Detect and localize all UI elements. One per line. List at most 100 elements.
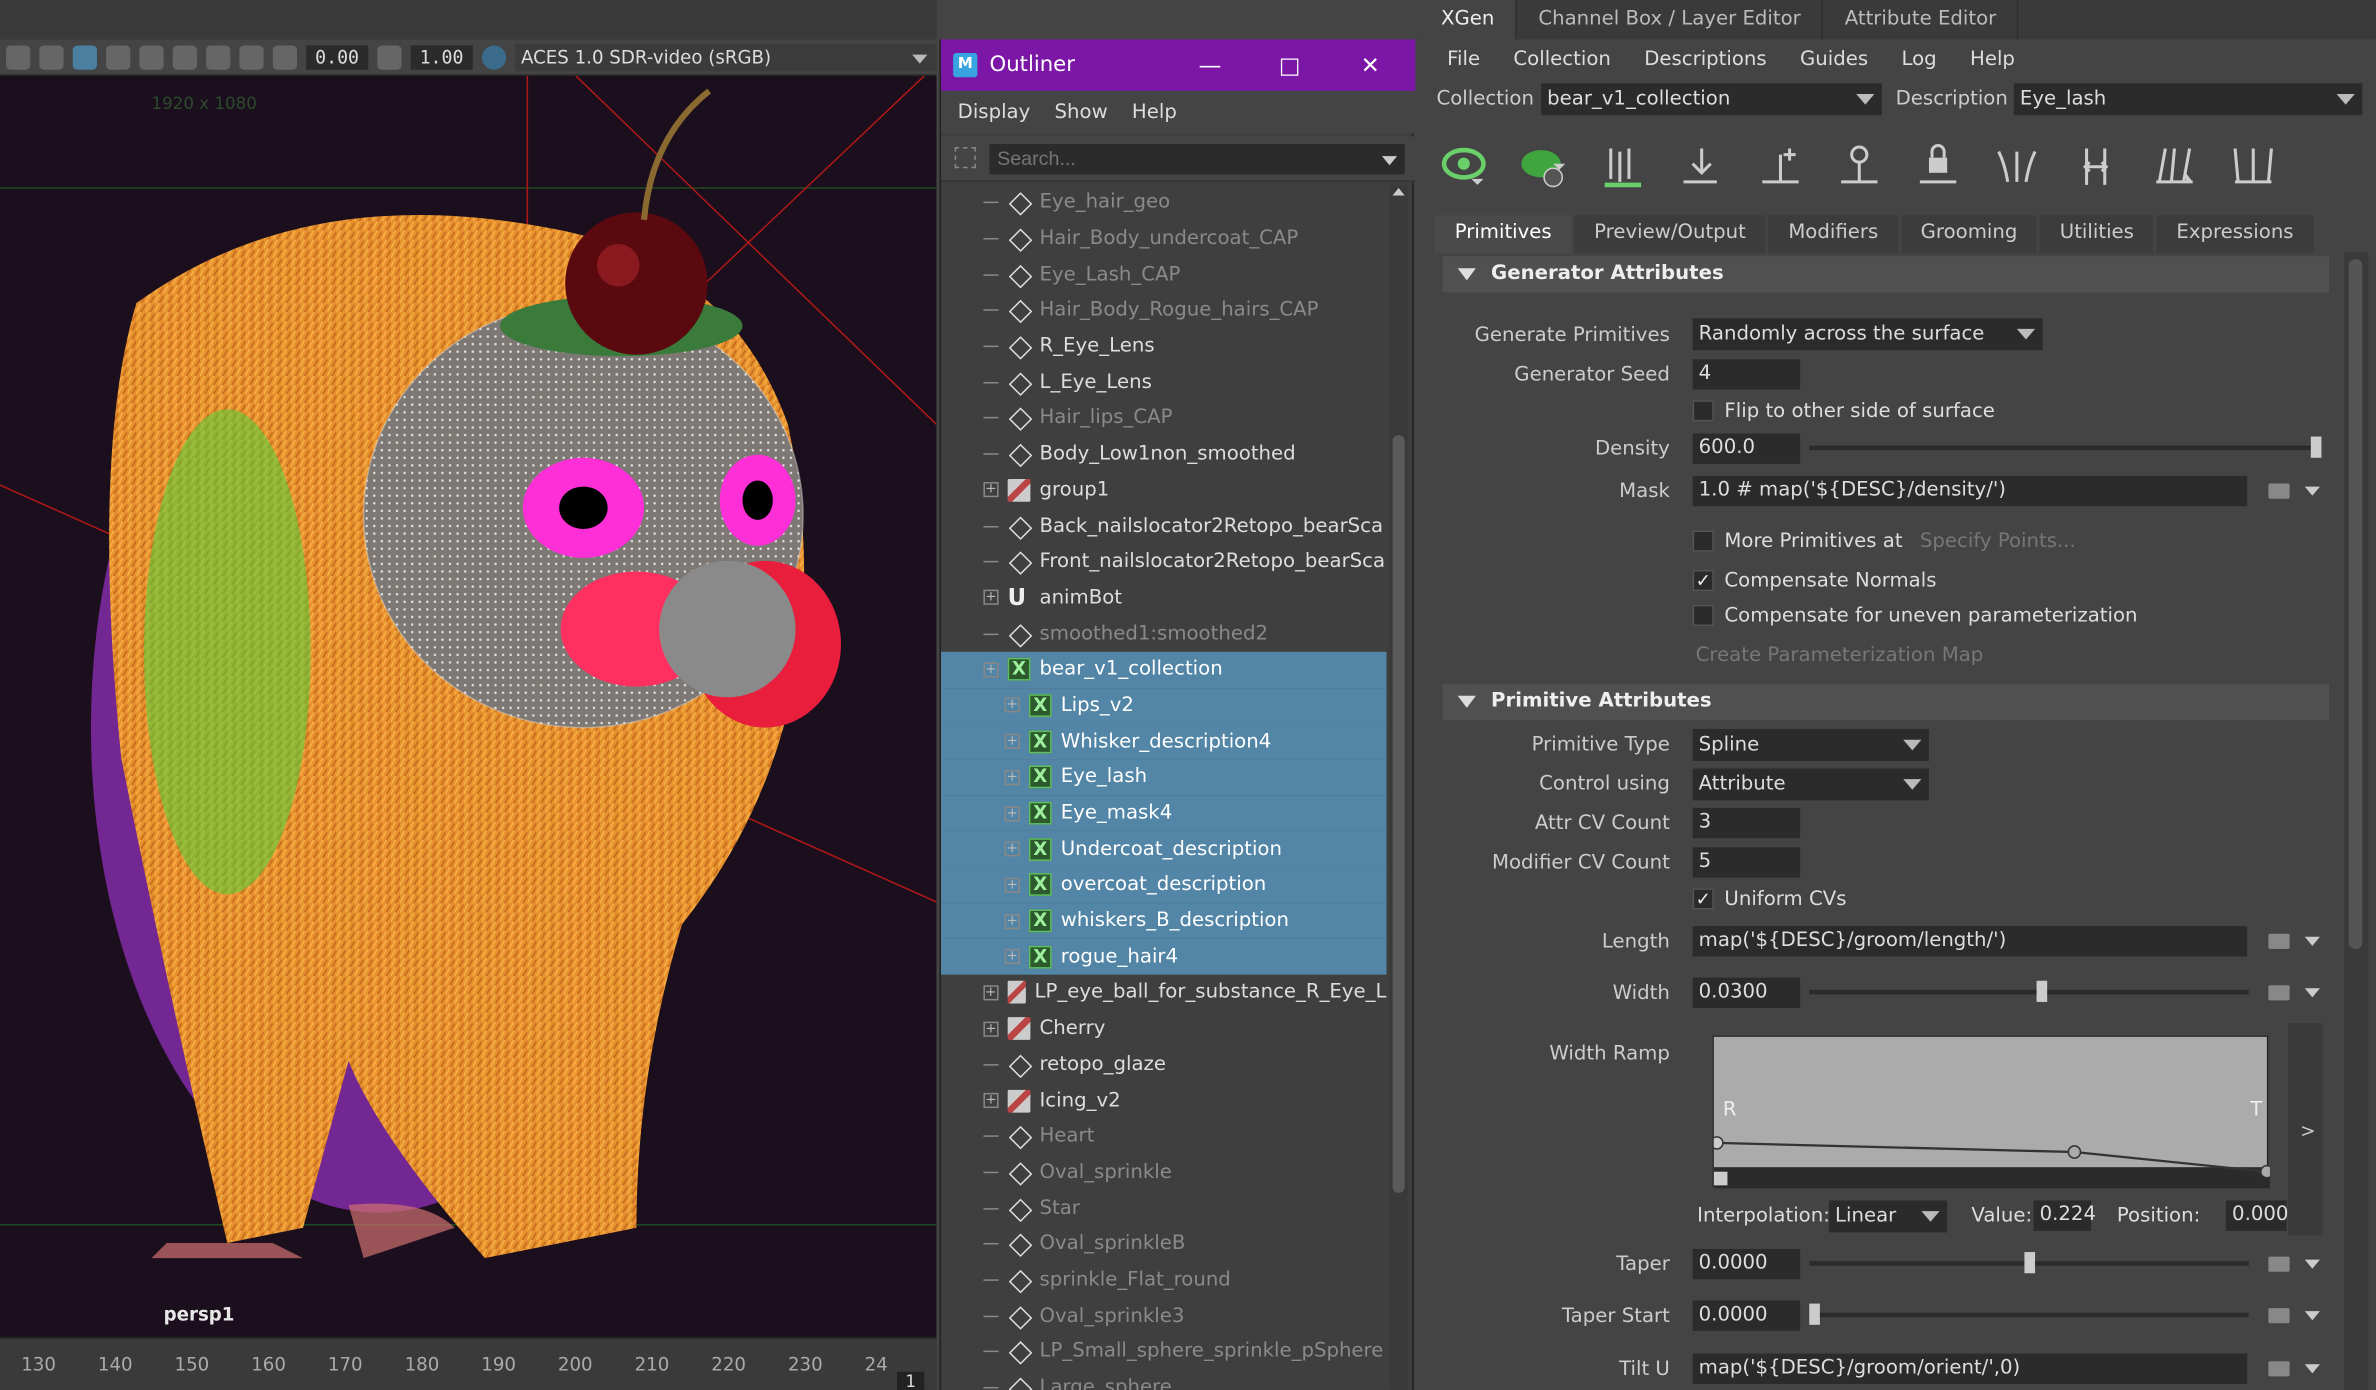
tab-primitives[interactable]: Primitives <box>1434 215 1572 254</box>
isolate-icon[interactable] <box>72 44 97 69</box>
chevron-down-icon[interactable] <box>2304 1364 2320 1374</box>
tab-grooming[interactable]: Grooming <box>1900 215 2038 254</box>
scale-guides-icon[interactable] <box>2071 142 2119 191</box>
close-icon[interactable]: ✕ <box>1361 52 1380 79</box>
exposure-field[interactable]: 0.00 <box>306 44 369 69</box>
outliner-item[interactable]: Hair_Body_undercoat_CAP <box>941 221 1386 257</box>
taper-start-slider-knob[interactable] <box>1809 1303 1820 1325</box>
compensate-uneven-checkbox[interactable] <box>1692 604 1714 627</box>
chevron-down-icon[interactable] <box>2304 486 2320 496</box>
add-guides-icon[interactable] <box>1599 142 1647 191</box>
gamma-icon[interactable] <box>377 44 402 69</box>
taper-start-field[interactable]: 0.0000 <box>1692 1300 1801 1331</box>
outliner-item[interactable]: LP_Small_sphere_sprinkle_pSphere <box>941 1334 1386 1370</box>
expression-editor-icon[interactable] <box>2268 985 2290 1001</box>
mask-expression-field[interactable]: 1.0 # map('${DESC}/density/') <box>1692 475 2248 507</box>
tab-preview-output[interactable]: Preview/Output <box>1574 215 1766 254</box>
select-guide-icon[interactable] <box>1835 142 1883 191</box>
outliner-item[interactable]: Oval_sprinkle <box>941 1154 1386 1190</box>
taper-slider[interactable] <box>1809 1252 2249 1274</box>
shading-icon[interactable] <box>6 44 31 69</box>
viewport-scene[interactable]: 1920 x 1080 persp1 <box>0 75 937 1337</box>
specify-points-button[interactable]: Specify Points... <box>1920 531 2076 554</box>
taper-start-slider[interactable] <box>1809 1303 2249 1325</box>
collection-dropdown[interactable]: bear_v1_collection <box>1541 83 1883 116</box>
expand-icon[interactable]: + <box>1004 913 1020 929</box>
outliner-item[interactable]: retopo_glaze <box>941 1047 1386 1083</box>
chevron-down-icon[interactable] <box>2304 1311 2320 1321</box>
outliner-item[interactable]: + Xwhiskers_B_description <box>941 903 1387 939</box>
taper-slider-knob[interactable] <box>2023 1252 2035 1274</box>
search-dropdown-icon[interactable] <box>1381 156 1398 166</box>
outliner-item[interactable]: + Xbear_v1_collection <box>941 651 1387 688</box>
xgen-scrollbar[interactable] <box>2344 251 2369 1390</box>
attr-cv-count-field[interactable]: 3 <box>1692 807 1801 839</box>
tab-utilities[interactable]: Utilities <box>2040 215 2154 254</box>
outliner-item[interactable]: Oval_sprinkleB <box>941 1226 1386 1262</box>
density-slider-knob[interactable] <box>2310 436 2322 458</box>
expression-editor-icon[interactable] <box>2268 1256 2290 1272</box>
expand-icon[interactable]: + <box>1004 841 1020 857</box>
expression-editor-icon[interactable] <box>2268 1308 2290 1324</box>
tab-xgen[interactable]: XGen <box>1419 0 1518 40</box>
outliner-scrollbar[interactable] <box>1389 184 1408 1390</box>
width-ramp-editor[interactable]: R T <box>1710 1035 2274 1189</box>
outliner-item[interactable]: + X Whisker_description4 <box>941 723 1387 760</box>
copy-icon[interactable] <box>172 44 197 69</box>
timeline[interactable]: 130 140 150 160 170 180 190 200 210 220 230 24 1 <box>0 1336 937 1390</box>
gamma-field[interactable]: 1.00 <box>410 44 473 69</box>
menu-collection[interactable]: Collection <box>1513 48 1610 71</box>
chevron-down-icon[interactable] <box>2304 1259 2320 1269</box>
outliner-item[interactable]: + X Eye_mask4 <box>941 795 1387 832</box>
outliner-item[interactable]: + UanimBot <box>941 580 1386 616</box>
lighting-icon[interactable] <box>39 44 64 69</box>
filter-icon[interactable] <box>954 147 976 169</box>
outliner-item[interactable]: + group1 <box>941 472 1386 508</box>
expression-editor-icon[interactable] <box>2268 483 2290 499</box>
menu-help[interactable]: Help <box>1132 101 1177 124</box>
viewport-panel[interactable]: 0.00 1.00 ACES 1.0 SDR-video (sRGB) 1920… <box>0 0 937 1390</box>
create-param-map-button[interactable]: Create Parameterization Map <box>1696 644 1984 667</box>
lock-guide-icon[interactable] <box>1914 142 1962 191</box>
uniform-cvs-checkbox[interactable]: ✓ <box>1692 888 1714 910</box>
select-icon[interactable] <box>139 44 164 69</box>
outliner-item[interactable]: Hair_Body_Rogue_hairs_CAP <box>941 293 1386 329</box>
primitive-type-dropdown[interactable]: Spline <box>1692 729 1929 761</box>
expression-editor-icon[interactable] <box>2268 1361 2290 1377</box>
menu-guides[interactable]: Guides <box>1800 48 1868 71</box>
maximize-icon[interactable]: □ <box>1279 52 1300 79</box>
chevron-down-icon[interactable] <box>2304 936 2320 946</box>
flip-side-checkbox[interactable] <box>1692 400 1714 422</box>
expand-icon[interactable]: + <box>983 662 999 678</box>
expand-icon[interactable]: + <box>983 985 998 1001</box>
generator-attributes-header[interactable]: Generator Attributes <box>1442 256 2330 293</box>
bend-guides-icon[interactable] <box>1993 142 2041 191</box>
outliner-search-input[interactable] <box>989 144 1405 175</box>
outliner-item[interactable]: + Xrogue_hair4 <box>941 938 1387 975</box>
expand-icon[interactable]: + <box>1004 733 1020 750</box>
menu-file[interactable]: File <box>1447 48 1480 71</box>
outliner-item[interactable]: Heart <box>941 1118 1386 1154</box>
tab-expressions[interactable]: Expressions <box>2156 215 2314 254</box>
tilt-u-expression-field[interactable]: map('${DESC}/groom/orient/',0) <box>1692 1353 2248 1384</box>
outliner-item[interactable]: Eye_hair_geo <box>941 185 1386 221</box>
tab-modifiers[interactable]: Modifiers <box>1768 215 1898 254</box>
density-slider[interactable] <box>1809 436 2322 458</box>
outliner-item[interactable]: + Icing_v2 <box>941 1083 1386 1119</box>
xgen-scroll-thumb[interactable] <box>2348 259 2363 949</box>
outliner-item[interactable]: + Cherry <box>941 1011 1386 1047</box>
flatten-guides-icon[interactable] <box>2229 142 2277 191</box>
color-management-icon[interactable] <box>481 44 506 69</box>
outliner-item[interactable]: Oval_sprinkle3 <box>941 1298 1386 1334</box>
more-primitives-checkbox[interactable] <box>1692 530 1714 552</box>
current-frame[interactable]: 1 <box>897 1371 925 1390</box>
control-using-dropdown[interactable]: Attribute <box>1692 768 1929 801</box>
outliner-item[interactable]: smoothed1:smoothed2 <box>941 616 1386 652</box>
outliner-item[interactable]: Large_sphere <box>941 1370 1386 1390</box>
expression-editor-icon[interactable] <box>2268 933 2290 949</box>
scroll-up-icon[interactable] <box>1392 187 1405 196</box>
generator-seed-field[interactable]: 4 <box>1692 359 1801 390</box>
width-slider-knob[interactable] <box>2036 980 2048 1002</box>
width-slider[interactable] <box>1809 980 2249 1002</box>
outliner-item[interactable]: + X Undercoat_description <box>941 831 1387 868</box>
